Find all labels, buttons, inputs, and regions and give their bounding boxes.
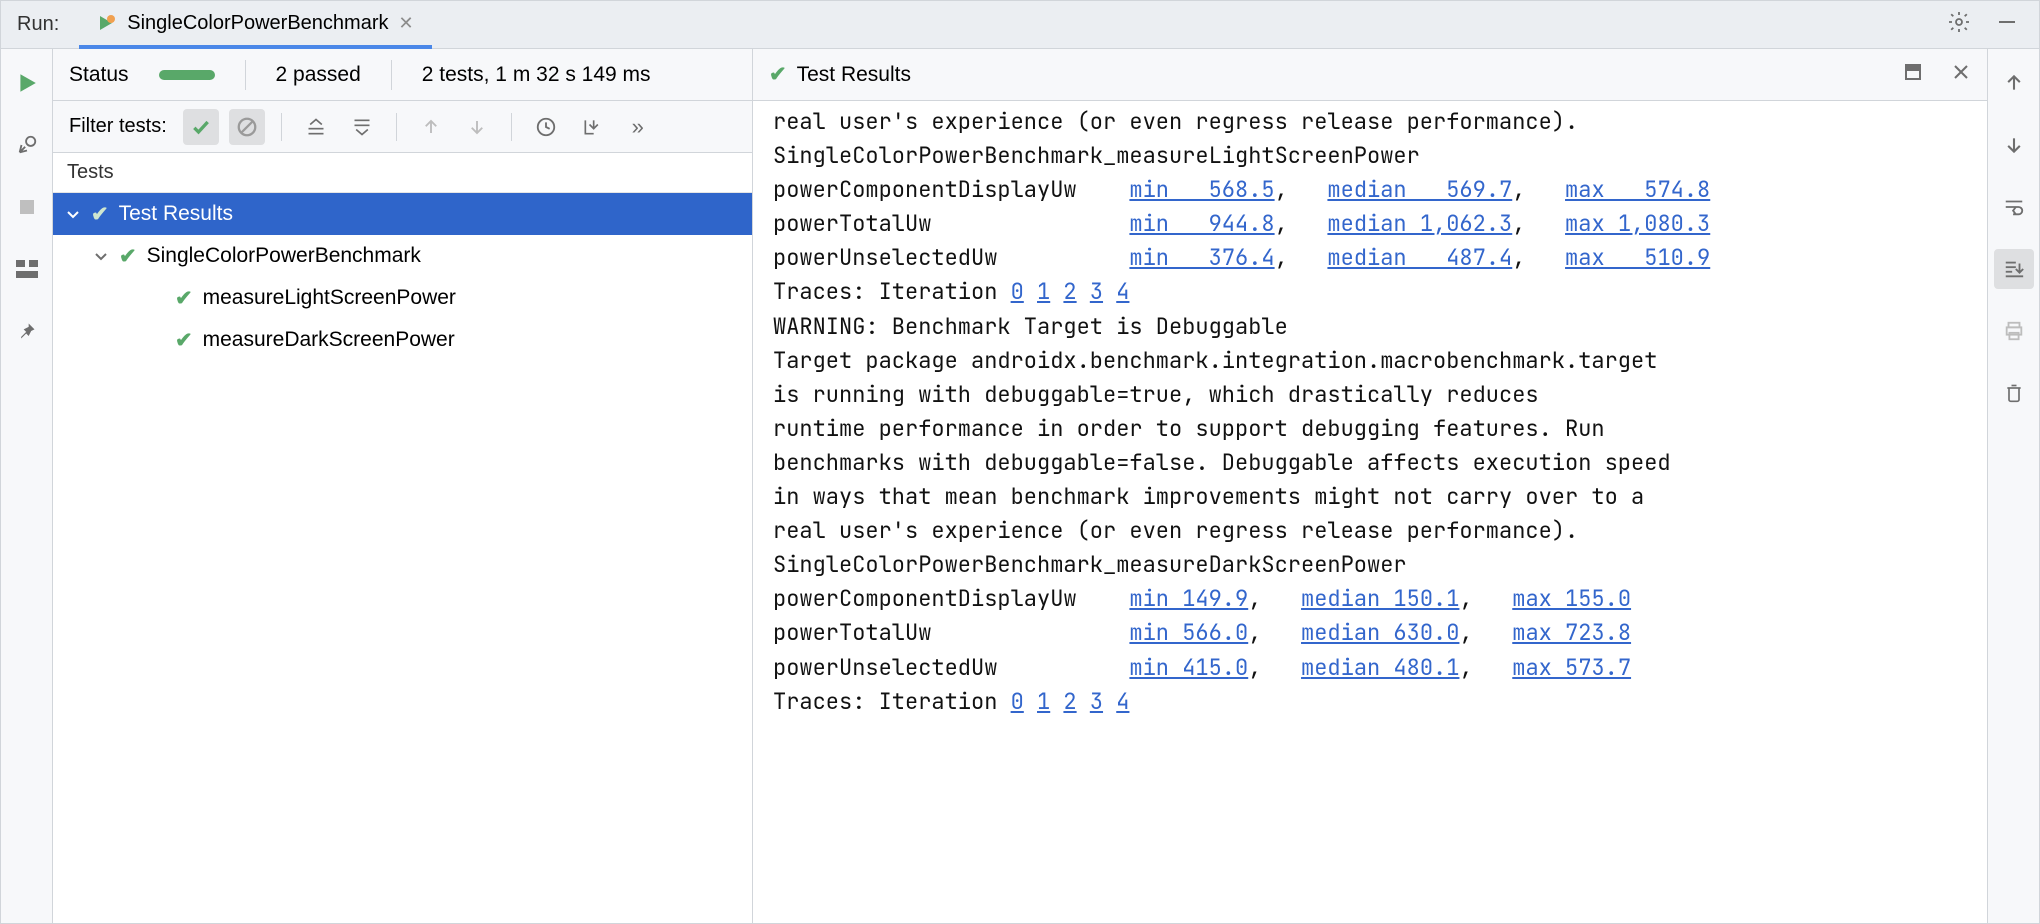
results-title: Test Results <box>797 63 911 87</box>
metric-link[interactable]: 0 <box>1011 277 1024 306</box>
tests-tree[interactable]: ✔ Test Results ✔ SingleColorPowerBenchma… <box>53 193 752 923</box>
tests-pane: Status 2 passed 2 tests, 1 m 32 s 149 ms… <box>53 49 753 923</box>
metric-link[interactable]: 0 <box>1011 687 1024 716</box>
pin-button[interactable] <box>7 311 47 351</box>
scroll-to-end-button[interactable] <box>1994 249 2034 289</box>
metric-link[interactable]: min 376.4 <box>1129 243 1274 272</box>
run-tab-title: SingleColorPowerBenchmark <box>127 12 388 35</box>
layout-button[interactable] <box>7 249 47 289</box>
metric-link[interactable]: median 569.7 <box>1327 175 1512 204</box>
metric-link[interactable]: max 573.7 <box>1512 653 1631 682</box>
status-row: Status 2 passed 2 tests, 1 m 32 s 149 ms <box>53 49 752 101</box>
next-failed-button[interactable] <box>459 109 495 145</box>
minimize-icon[interactable] <box>1995 10 2019 39</box>
metric-link[interactable]: 2 <box>1063 687 1076 716</box>
run-tabbar: Run: SingleColorPowerBenchmark ✕ <box>1 1 2039 49</box>
clear-all-button[interactable] <box>1994 373 2034 413</box>
pass-icon: ✔ <box>175 328 193 353</box>
tree-root[interactable]: ✔ Test Results <box>53 193 752 235</box>
show-passed-button[interactable] <box>183 109 219 145</box>
soft-wrap-button[interactable] <box>1994 187 2034 227</box>
show-ignored-button[interactable] <box>229 109 265 145</box>
metric-link[interactable]: max 155.0 <box>1512 584 1631 613</box>
print-button[interactable] <box>1994 311 2034 351</box>
pass-icon: ✔ <box>175 286 193 311</box>
tests-header: Tests <box>53 153 752 193</box>
run-label: Run: <box>1 1 79 48</box>
tree-root-label: Test Results <box>119 202 233 226</box>
metric-link[interactable]: 2 <box>1063 277 1076 306</box>
gear-icon[interactable] <box>1947 10 1971 39</box>
metric-link[interactable]: min 568.5 <box>1129 175 1274 204</box>
tabbar-actions <box>1947 1 2039 48</box>
tree-test-2[interactable]: ✔ measureDarkScreenPower <box>53 319 752 361</box>
tree-suite[interactable]: ✔ SingleColorPowerBenchmark <box>53 235 752 277</box>
pass-icon: ✔ <box>91 202 109 227</box>
metric-link[interactable]: min 149.9 <box>1129 584 1248 613</box>
metric-link[interactable]: median 1,062.3 <box>1327 209 1512 238</box>
status-progress-bar <box>159 70 215 80</box>
stop-button[interactable] <box>7 187 47 227</box>
metric-link[interactable]: max 723.8 <box>1512 618 1631 647</box>
tree-suite-label: SingleColorPowerBenchmark <box>147 244 421 268</box>
maximize-icon[interactable] <box>1903 62 1923 88</box>
metric-link[interactable]: 4 <box>1116 687 1129 716</box>
metric-link[interactable]: 3 <box>1090 277 1103 306</box>
status-label: Status <box>69 63 129 87</box>
scroll-up-button[interactable] <box>1994 63 2034 103</box>
console-output[interactable]: real user's experience (or even regress … <box>753 101 1987 923</box>
tree-test-2-label: measureDarkScreenPower <box>203 328 455 352</box>
pass-icon: ✔ <box>769 62 787 87</box>
filter-row: Filter tests: <box>53 101 752 153</box>
import-tests-button[interactable] <box>574 109 610 145</box>
metric-link[interactable]: max 574.8 <box>1565 175 1710 204</box>
status-summary: 2 tests, 1 m 32 s 149 ms <box>422 63 651 87</box>
metric-link[interactable]: 4 <box>1116 277 1129 306</box>
metric-link[interactable]: 3 <box>1090 687 1103 716</box>
metric-link[interactable]: min 566.0 <box>1129 618 1248 647</box>
scroll-down-button[interactable] <box>1994 125 2034 165</box>
prev-failed-button[interactable] <box>413 109 449 145</box>
pass-icon: ✔ <box>119 244 137 269</box>
metric-link[interactable]: median 630.0 <box>1301 618 1459 647</box>
rerun-failed-button[interactable] <box>7 125 47 165</box>
status-passed: 2 passed <box>276 63 361 87</box>
expand-all-button[interactable] <box>298 109 334 145</box>
metric-link[interactable]: 1 <box>1037 687 1050 716</box>
run-gutter-right <box>1987 49 2039 923</box>
metric-link[interactable]: median 487.4 <box>1327 243 1512 272</box>
tree-test-1-label: measureLightScreenPower <box>203 286 456 310</box>
metric-link[interactable]: min 944.8 <box>1129 209 1274 238</box>
metric-link[interactable]: min 415.0 <box>1129 653 1248 682</box>
results-header: ✔ Test Results <box>753 49 1987 101</box>
run-tab[interactable]: SingleColorPowerBenchmark ✕ <box>79 1 431 49</box>
filter-label: Filter tests: <box>69 115 167 138</box>
metric-link[interactable]: max 1,080.3 <box>1565 209 1710 238</box>
close-icon[interactable]: ✕ <box>398 13 413 34</box>
metric-link[interactable]: max 510.9 <box>1565 243 1710 272</box>
rerun-button[interactable] <box>7 63 47 103</box>
run-gutter-left <box>1 49 53 923</box>
tree-test-1[interactable]: ✔ measureLightScreenPower <box>53 277 752 319</box>
close-results-icon[interactable] <box>1951 62 1971 88</box>
results-pane: ✔ Test Results real user's experience (o… <box>753 49 1987 923</box>
collapse-all-button[interactable] <box>344 109 380 145</box>
more-button[interactable]: » <box>620 109 656 145</box>
run-config-icon <box>97 13 117 33</box>
test-history-button[interactable] <box>528 109 564 145</box>
metric-link[interactable]: 1 <box>1037 277 1050 306</box>
metric-link[interactable]: median 480.1 <box>1301 653 1459 682</box>
metric-link[interactable]: median 150.1 <box>1301 584 1459 613</box>
